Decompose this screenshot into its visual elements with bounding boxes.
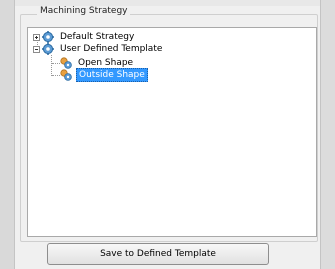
gear-cluster-icon [60, 69, 72, 81]
expand-icon[interactable] [33, 33, 40, 41]
gear-icon [42, 31, 54, 43]
tree-item-label: Default Strategy [60, 32, 135, 42]
gear-cluster-icon [60, 57, 72, 69]
group-title: Machining Strategy [37, 6, 131, 16]
tree-connector [52, 75, 60, 76]
collapse-icon[interactable] [33, 45, 40, 53]
tree-item-label: Outside Shape [76, 68, 148, 82]
tree-connector [51, 55, 52, 76]
strategy-tree[interactable]: Default Strategy User Defined Template O… [27, 27, 317, 237]
left-panel-edge [0, 0, 15, 269]
save-to-defined-template-button[interactable]: Save to Defined Template [47, 243, 269, 265]
tree-item-default-strategy[interactable]: Default Strategy [33, 31, 136, 43]
tree-connector [52, 63, 60, 64]
right-panel-edge [320, 0, 335, 269]
tree-item-outside-shape[interactable]: Outside Shape [60, 68, 148, 82]
gear-icon [42, 43, 54, 55]
tree-item-user-defined-template[interactable]: User Defined Template [33, 43, 164, 55]
tree-item-label: User Defined Template [60, 44, 163, 54]
